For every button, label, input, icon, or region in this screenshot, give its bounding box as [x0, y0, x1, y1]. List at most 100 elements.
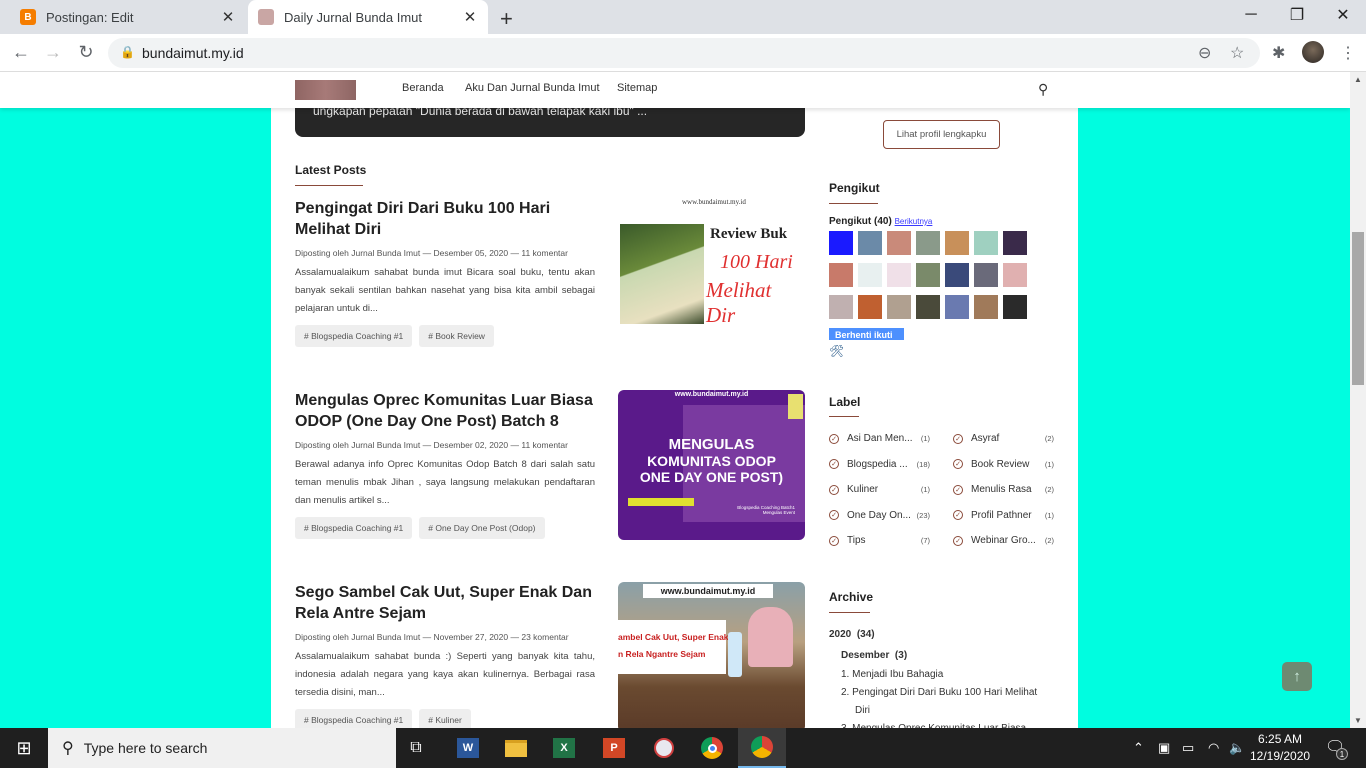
extensions-icon[interactable]: ✱ — [1272, 43, 1285, 63]
url-text[interactable]: bundaimut.my.id — [142, 45, 244, 61]
label-item[interactable]: ✓ Asyraf (2) — [953, 433, 1054, 444]
word-icon[interactable]: W — [444, 728, 492, 768]
follower-avatar[interactable] — [858, 263, 882, 287]
post-thumbnail[interactable]: www.bundaimut.my.id MENGULAS KOMUNITAS O… — [618, 390, 805, 540]
follower-avatar[interactable] — [974, 263, 998, 287]
back-icon[interactable]: ← — [10, 42, 32, 63]
excel-icon[interactable]: X — [540, 728, 588, 768]
taskbar-search[interactable]: ⚲ Type here to search — [48, 728, 396, 768]
post-title[interactable]: Mengulas Oprec Komunitas Luar Biasa ODOP… — [295, 390, 595, 432]
taskbar-clock[interactable]: 6:25 AM 12/19/2020 — [1250, 731, 1310, 765]
label-item[interactable]: ✓ Asi Dan Men... (1) — [829, 433, 930, 444]
label-item[interactable]: ✓ Menulis Rasa (2) — [953, 484, 1054, 495]
nav-aku-dan-jurnal[interactable]: Aku Dan Jurnal Bunda Imut — [465, 82, 600, 94]
address-bar[interactable]: 🔒 bundaimut.my.id ⊖ ☆ — [108, 38, 1260, 68]
minimize-button[interactable]: ─ — [1228, 0, 1274, 30]
post-thumbnail[interactable]: www.bundaimut.my.id ambel Cak Uut, Super… — [618, 582, 805, 728]
follower-avatar[interactable] — [916, 231, 940, 255]
follower-avatar[interactable] — [974, 231, 998, 255]
follower-avatar[interactable] — [916, 263, 940, 287]
volume-icon[interactable]: 🔈 — [1229, 740, 1245, 756]
forward-icon[interactable]: → — [42, 42, 64, 63]
follower-avatar[interactable] — [829, 263, 853, 287]
snipping-tool-icon[interactable] — [640, 728, 688, 768]
label-item[interactable]: ✓ Kuliner (1) — [829, 484, 930, 495]
wifi-icon[interactable]: ◠ — [1208, 740, 1219, 756]
reload-icon[interactable]: ↻ — [75, 42, 97, 63]
follower-avatar[interactable] — [1003, 231, 1027, 255]
follower-avatar[interactable] — [887, 263, 911, 287]
post-thumbnail[interactable]: www.bundaimut.my.id Review Buk 100 Hari … — [618, 196, 805, 346]
tag-link: # Blogspedia Coaching #1 — [295, 325, 413, 347]
follower-avatar[interactable] — [858, 295, 882, 319]
file-explorer-icon[interactable] — [492, 728, 540, 768]
new-tab-button[interactable]: + — [500, 6, 513, 32]
post-tags: # Blogspedia Coaching #1 # One Day One P… — [295, 517, 545, 539]
follower-avatar[interactable] — [945, 263, 969, 287]
chrome-icon[interactable] — [688, 728, 736, 768]
follower-avatar[interactable] — [1003, 263, 1027, 287]
page-scrollbar[interactable]: ▲ ▼ — [1350, 72, 1366, 728]
archive-post-link[interactable]: 1. Menjadi Ibu Bahagia — [841, 669, 943, 680]
post-comments[interactable]: 11 komentar — [521, 248, 568, 258]
check-circle-icon: ✓ — [953, 535, 963, 546]
follower-avatar[interactable] — [887, 295, 911, 319]
label-item[interactable]: ✓ Blogspedia ... (18) — [829, 459, 930, 470]
scroll-down-icon[interactable]: ▼ — [1354, 716, 1362, 725]
nav-beranda[interactable]: Beranda — [402, 82, 444, 94]
post-title[interactable]: Sego Sambel Cak Uut, Super Enak Dan Rela… — [295, 582, 595, 624]
follower-avatar[interactable] — [1003, 295, 1027, 319]
tag-link: # Book Review — [419, 325, 494, 347]
label-name: Asyraf — [971, 433, 1000, 444]
task-view-icon[interactable]: ⧉ — [392, 728, 440, 768]
follower-avatar[interactable] — [945, 295, 969, 319]
post-title[interactable]: Pengingat Diri Dari Buku 100 Hari Meliha… — [295, 198, 595, 240]
view-profile-button[interactable]: Lihat profil lengkapku — [883, 120, 1000, 149]
follower-avatar[interactable] — [887, 231, 911, 255]
profile-avatar[interactable] — [1302, 41, 1324, 63]
search-icon[interactable]: ⚲ — [1038, 81, 1048, 98]
post-author: Diposting oleh Jurnal Bunda Imut — [295, 440, 421, 450]
follower-avatar[interactable] — [945, 231, 969, 255]
followers-next-link[interactable]: Berikutnya — [895, 217, 933, 226]
back-to-top-button[interactable]: ↑ — [1282, 662, 1312, 691]
archive-year[interactable]: 2020 (34) — [829, 629, 875, 640]
label-item[interactable]: ✓ Profil Pathner (1) — [953, 510, 1054, 521]
close-tab-icon[interactable]: ✕ — [462, 8, 478, 26]
follower-avatar[interactable] — [974, 295, 998, 319]
follower-avatar[interactable] — [829, 231, 853, 255]
follower-avatar[interactable] — [858, 231, 882, 255]
zoom-icon[interactable]: ⊖ — [1198, 43, 1211, 63]
label-item[interactable]: ✓ One Day On... (23) — [829, 510, 930, 521]
chrome-profile-icon[interactable] — [738, 728, 786, 768]
scroll-up-icon[interactable]: ▲ — [1354, 75, 1362, 84]
tools-icon[interactable]: 🛠 — [829, 344, 844, 358]
unfollow-button[interactable]: Berhenti ikuti — [829, 328, 904, 340]
archive-month[interactable]: Desember (3) — [841, 650, 907, 661]
restore-button[interactable]: ❐ — [1274, 0, 1320, 30]
archive-post-link[interactable]: 2. Pengingat Diri Dari Buku 100 Hari Mel… — [841, 687, 1037, 698]
label-item[interactable]: ✓ Webinar Gro... (2) — [953, 535, 1054, 546]
tab-postingan-edit[interactable]: B Postingan: Edit ✕ — [10, 0, 246, 34]
bookmark-star-icon[interactable]: ☆ — [1230, 43, 1244, 63]
meet-now-icon[interactable]: ▣ — [1158, 740, 1170, 756]
follower-avatar[interactable] — [829, 295, 853, 319]
tab-daily-jurnal[interactable]: Daily Jurnal Bunda Imut ✕ — [248, 0, 488, 34]
windows-start-icon[interactable]: ⊞ — [0, 728, 48, 768]
scrollbar-thumb[interactable] — [1352, 232, 1364, 385]
menu-icon[interactable]: ⋮ — [1340, 43, 1356, 63]
powerpoint-icon[interactable]: P — [590, 728, 638, 768]
post-comments[interactable]: 11 komentar — [521, 440, 568, 450]
thumb-line1: ambel Cak Uut, Super Enak — [618, 632, 729, 642]
label-item[interactable]: ✓ Book Review (1) — [953, 459, 1054, 470]
post-comments[interactable]: 23 komentar — [521, 632, 568, 642]
site-logo[interactable] — [295, 80, 356, 100]
label-item[interactable]: ✓ Tips (7) — [829, 535, 930, 546]
close-tab-icon[interactable]: ✕ — [220, 8, 236, 26]
follower-avatar[interactable] — [916, 295, 940, 319]
archive-post-link-cont[interactable]: Diri — [855, 705, 870, 716]
nav-sitemap[interactable]: Sitemap — [617, 82, 657, 94]
battery-icon[interactable]: ▭ — [1182, 740, 1194, 756]
show-hidden-icons[interactable]: ⌃ — [1133, 740, 1144, 756]
close-window-button[interactable]: ✕ — [1320, 0, 1366, 30]
